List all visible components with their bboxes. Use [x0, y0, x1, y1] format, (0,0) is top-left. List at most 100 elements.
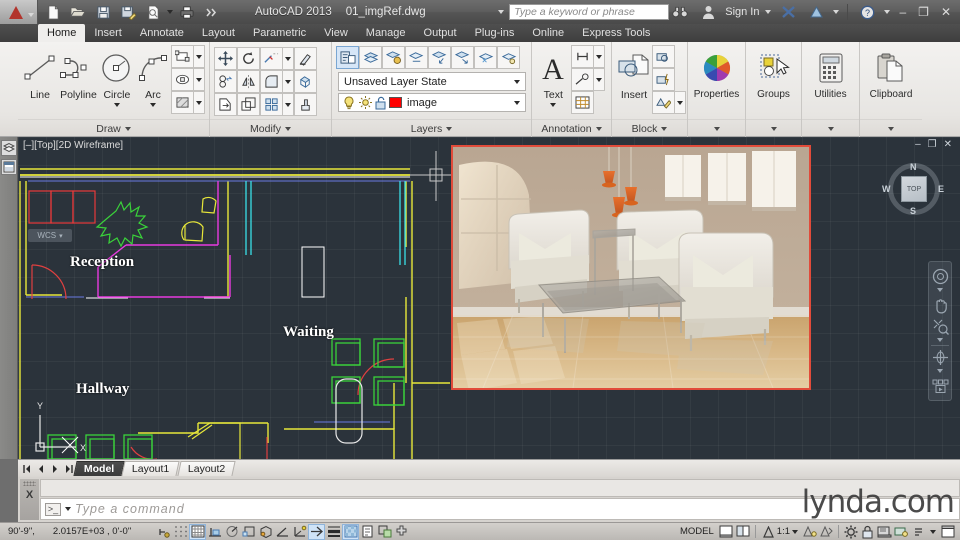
circle-dropdown-icon[interactable]: [113, 103, 120, 107]
model-space-label[interactable]: MODEL: [676, 526, 718, 537]
orbit-dropdown-icon[interactable]: [937, 369, 943, 373]
panel-groups-title[interactable]: [746, 119, 801, 137]
application-menu-button[interactable]: [0, 0, 38, 24]
panel-block-title[interactable]: Block: [612, 119, 687, 137]
ellipse-icon[interactable]: [171, 68, 195, 91]
autodesk-360-icon[interactable]: [805, 2, 827, 22]
polar-tracking-icon[interactable]: [223, 524, 240, 540]
fillet-dropdown-icon[interactable]: [283, 70, 294, 93]
lightbulb-icon[interactable]: [341, 95, 357, 111]
clipboard-button[interactable]: Clipboard: [864, 45, 918, 100]
first-tab-icon[interactable]: [20, 462, 33, 476]
interior-rendering-image[interactable]: [451, 145, 811, 390]
trim-dropdown-icon[interactable]: [283, 47, 294, 70]
create-block-icon[interactable]: [652, 45, 675, 68]
tab-plugins[interactable]: Plug-ins: [466, 24, 524, 42]
hatch-icon[interactable]: [171, 91, 195, 114]
edit-attribute-dropdown-icon[interactable]: [675, 91, 686, 114]
array-dropdown-icon[interactable]: [283, 93, 294, 116]
layer-state-dropdown[interactable]: Unsaved Layer State: [338, 72, 526, 91]
hatch-dropdown-icon[interactable]: [194, 91, 206, 114]
layer-properties-icon[interactable]: [336, 46, 359, 69]
minimize-button[interactable]: –: [896, 5, 909, 19]
copy-icon[interactable]: [214, 70, 237, 93]
open-file-icon[interactable]: [67, 2, 89, 22]
rectangle-dropdown-icon[interactable]: [194, 45, 206, 68]
current-layer-dropdown[interactable]: image: [338, 93, 526, 112]
sign-in-dropdown-icon[interactable]: [765, 10, 772, 14]
dimension-dropdown-icon[interactable]: [593, 45, 605, 68]
sign-in-button[interactable]: Sign In: [725, 6, 759, 18]
dynamic-ucs-icon[interactable]: [291, 524, 308, 540]
layer-unisolate-icon[interactable]: [451, 46, 474, 69]
autodesk-360-dropdown-icon[interactable]: [833, 10, 840, 14]
leader-dropdown-icon[interactable]: [593, 68, 605, 91]
layer-palette-icon[interactable]: [1, 140, 17, 156]
save-icon[interactable]: [92, 2, 114, 22]
scale-icon[interactable]: [237, 93, 260, 116]
tab-express-tools[interactable]: Express Tools: [573, 24, 659, 42]
drag-handle-icon[interactable]: [23, 481, 36, 486]
unlock-icon[interactable]: [373, 95, 389, 111]
ellipse-dropdown-icon[interactable]: [194, 68, 206, 91]
tab-insert[interactable]: Insert: [85, 24, 131, 42]
steering-wheel-dropdown-icon[interactable]: [937, 288, 943, 292]
pan-hand-icon[interactable]: [930, 295, 950, 315]
mirror-icon[interactable]: [237, 70, 260, 93]
annotation-monitor-icon[interactable]: [376, 524, 393, 540]
annotation-scale-control[interactable]: 1:1: [759, 525, 801, 538]
lineweight-icon[interactable]: [325, 524, 342, 540]
leader-icon[interactable]: [570, 68, 594, 91]
tab-parametric[interactable]: Parametric: [244, 24, 315, 42]
tab-model[interactable]: Model: [73, 461, 125, 476]
command-input[interactable]: >_ Type a command: [40, 498, 960, 520]
close-icon[interactable]: X: [26, 489, 33, 501]
tab-layout2[interactable]: Layout2: [177, 461, 236, 476]
grid-display-icon[interactable]: [189, 523, 207, 540]
layer-merge-icon[interactable]: [359, 46, 382, 69]
prev-tab-icon[interactable]: [34, 462, 47, 476]
panel-annotation-title[interactable]: Annotation: [532, 119, 611, 137]
stretch-icon[interactable]: [214, 93, 237, 116]
model-space-icon[interactable]: [718, 524, 735, 540]
tab-output[interactable]: Output: [415, 24, 466, 42]
transparency-icon[interactable]: [342, 523, 360, 540]
wcs-dropdown[interactable]: WCS ▾: [28, 229, 72, 242]
autoscale-icon[interactable]: [818, 524, 835, 540]
viewcube-west-label[interactable]: W: [882, 184, 891, 194]
move-icon[interactable]: [214, 47, 237, 70]
dimension-icon[interactable]: [570, 45, 594, 68]
user-avatar-icon[interactable]: [697, 2, 719, 22]
text-button[interactable]: A Text: [536, 45, 571, 107]
layer-off-icon[interactable]: [497, 46, 520, 69]
layer-state-icon[interactable]: [382, 46, 405, 69]
plot-preview-dropdown-icon[interactable]: [167, 10, 173, 14]
rectangle-icon[interactable]: [171, 45, 195, 68]
viewcube-south-label[interactable]: S: [910, 206, 916, 216]
panel-draw-title[interactable]: Draw: [18, 119, 209, 137]
workspace-switching-icon[interactable]: [393, 524, 410, 540]
text-dropdown-icon[interactable]: [550, 103, 557, 107]
help-dropdown-icon[interactable]: [884, 10, 891, 14]
isolate-objects-icon[interactable]: [893, 524, 910, 540]
chevron-down-icon[interactable]: [792, 529, 798, 534]
exchange-icon[interactable]: [777, 2, 799, 22]
fillet-icon[interactable]: [260, 70, 283, 93]
viewport-restore-button[interactable]: ❐: [928, 139, 937, 150]
tab-manage[interactable]: Manage: [357, 24, 415, 42]
tab-view[interactable]: View: [315, 24, 357, 42]
tab-layout[interactable]: Layout: [193, 24, 244, 42]
viewcube-east-label[interactable]: E: [938, 184, 944, 194]
new-file-icon[interactable]: [42, 2, 64, 22]
drawing-canvas[interactable]: Y X [–][Top][2D Wireframe] Reception Wai…: [18, 137, 960, 459]
tab-annotate[interactable]: Annotate: [131, 24, 193, 42]
viewport-close-button[interactable]: ✕: [944, 139, 952, 150]
zoom-dropdown-icon[interactable]: [937, 338, 943, 342]
viewport-minimize-button[interactable]: –: [915, 139, 921, 150]
save-as-icon[interactable]: [117, 2, 139, 22]
viewcube-north-label[interactable]: N: [910, 162, 917, 172]
command-options-icon[interactable]: [65, 507, 71, 511]
properties-palette-icon[interactable]: [1, 159, 17, 175]
3d-object-snap-icon[interactable]: [257, 524, 274, 540]
toolbar-lock-icon[interactable]: [859, 524, 876, 540]
